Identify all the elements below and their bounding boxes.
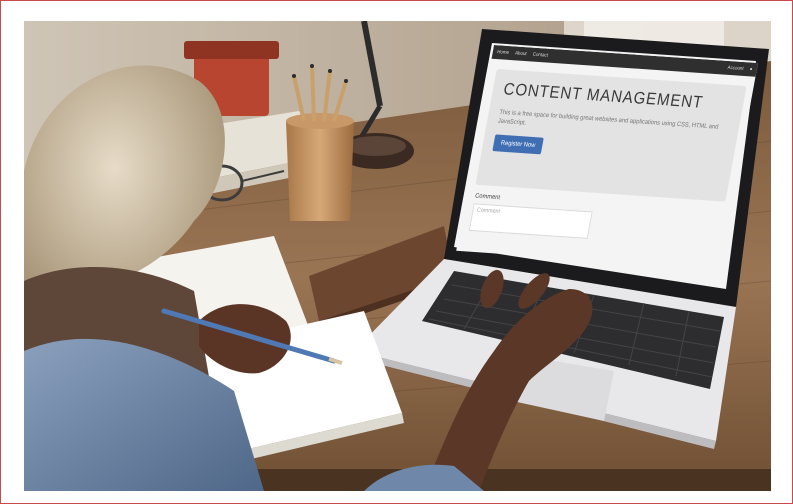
nav-item-about[interactable]: About: [515, 50, 528, 57]
register-button[interactable]: Register Now: [492, 134, 544, 155]
nav-item-contact[interactable]: Contact: [532, 52, 548, 59]
laptop-screen-ui: Home About Contact Account ● CONTENT MAN…: [456, 45, 758, 269]
office-photo: Home About Contact Account ● CONTENT MAN…: [24, 21, 771, 491]
image-frame: Home About Contact Account ● CONTENT MAN…: [0, 0, 793, 504]
nav-item-account[interactable]: Account: [727, 65, 744, 72]
hero-panel: CONTENT MANAGEMENT This is a free space …: [475, 69, 747, 202]
nav-item-home[interactable]: Home: [497, 49, 510, 56]
comment-input[interactable]: Comment: [468, 203, 593, 239]
user-icon[interactable]: ●: [749, 66, 753, 72]
